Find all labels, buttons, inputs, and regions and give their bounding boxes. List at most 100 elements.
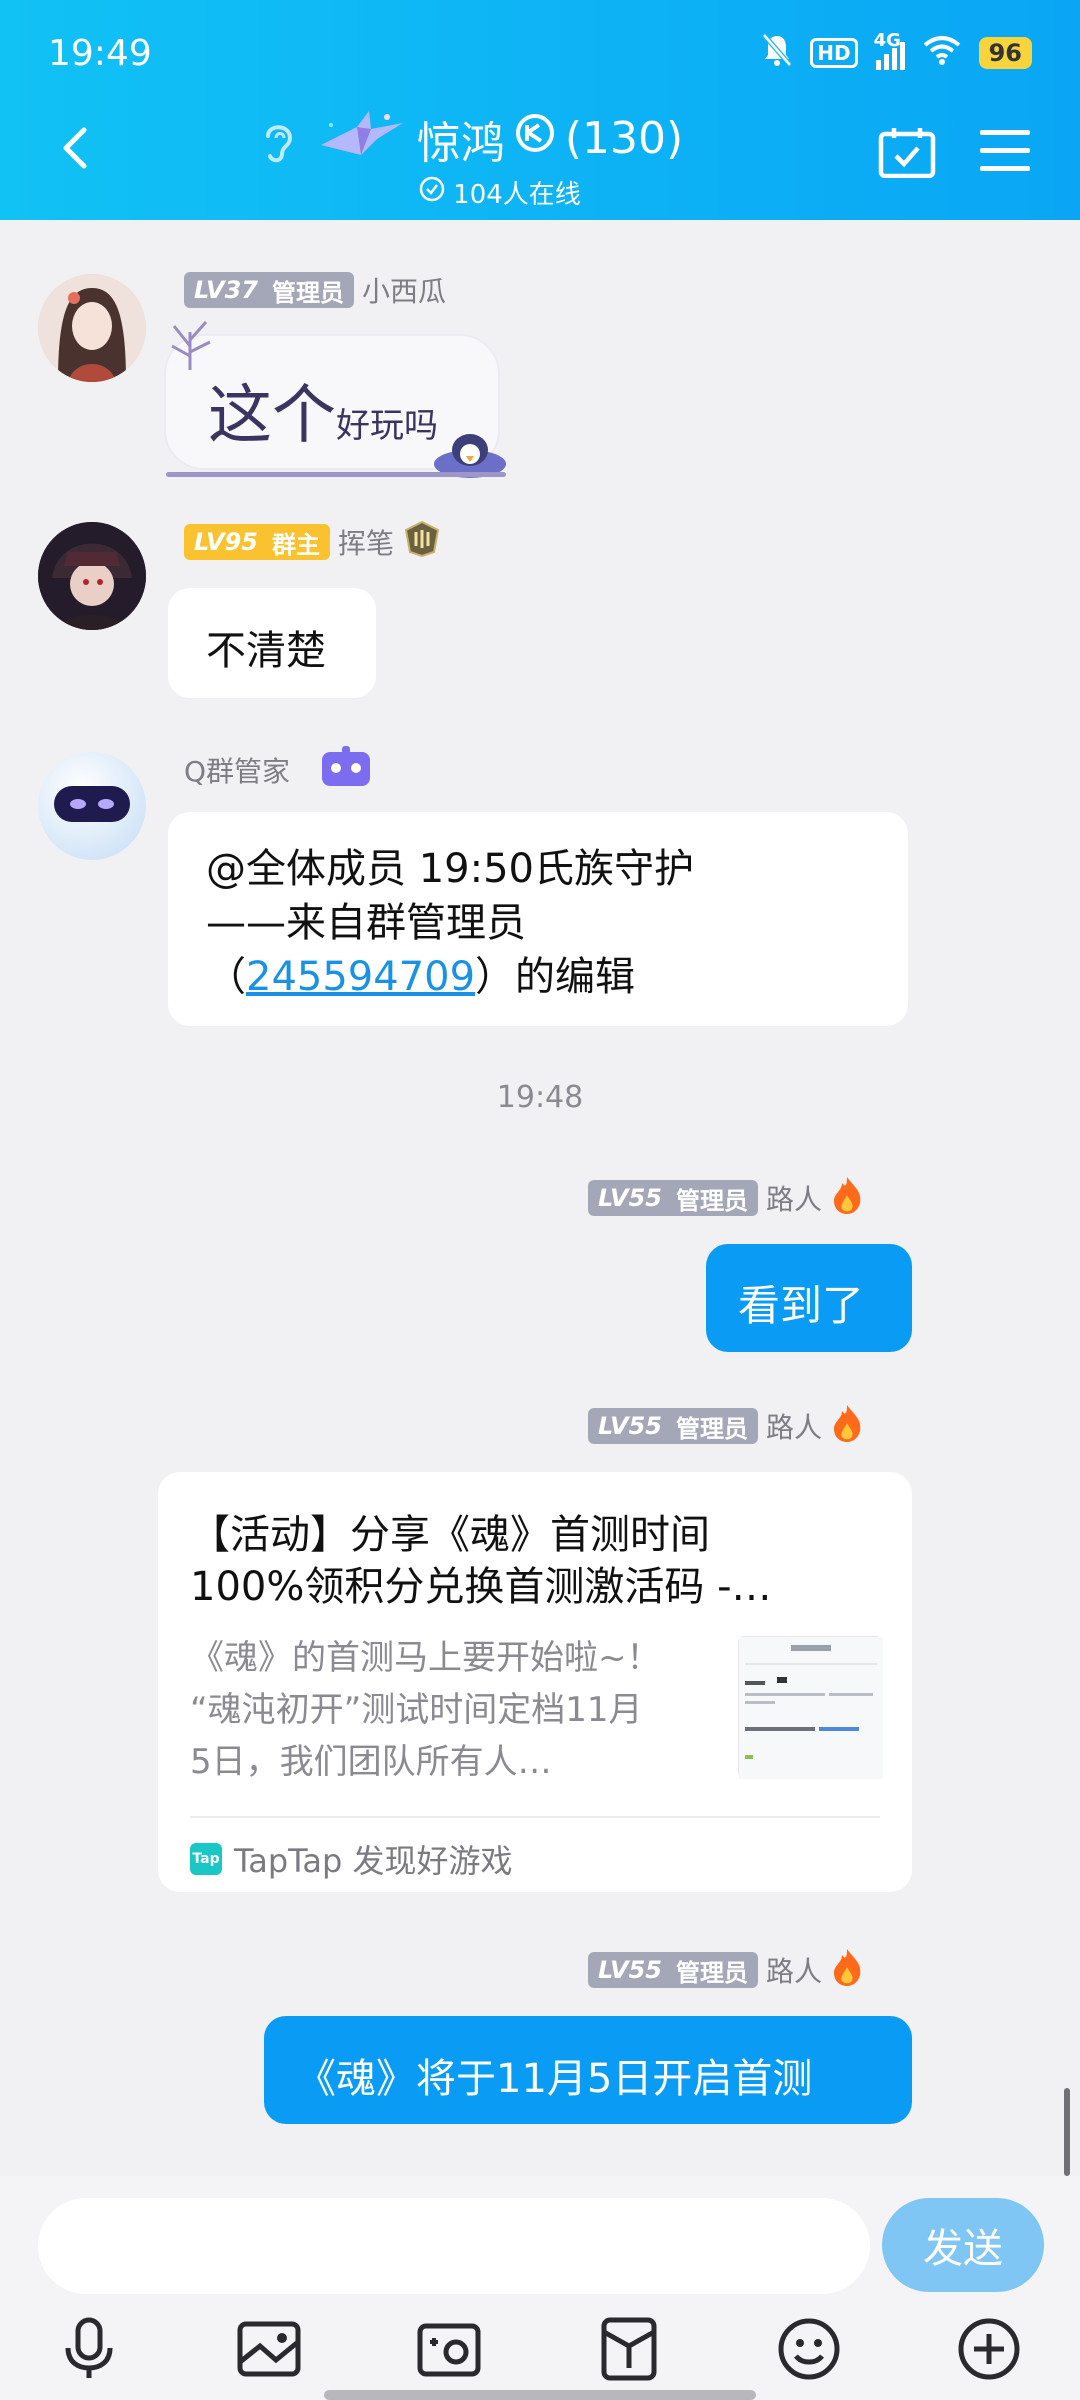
card-desc-line: 《魂》的首测马上要开始啦~！ xyxy=(190,1638,661,1678)
level-value: LV55 xyxy=(598,1956,662,1984)
message-text: 《魂》将于11月5日开启首测 xyxy=(296,2056,813,2102)
card-source-label: TapTap 发现好游戏 xyxy=(234,1842,513,1880)
sender-row: LV95 群主 挥笔 xyxy=(184,520,442,560)
menu-button[interactable] xyxy=(978,128,1032,172)
level-value: LV37 xyxy=(194,276,258,304)
bot-avatar[interactable] xyxy=(38,752,146,860)
network-type: 4G xyxy=(873,30,901,51)
level-badge: LV55 管理员 xyxy=(588,1180,758,1216)
group-name: 惊鸿 xyxy=(416,117,505,169)
anime-character-avatar-icon xyxy=(38,522,146,630)
avatar[interactable] xyxy=(38,522,146,630)
message-bubble[interactable]: 这个 好玩吗 xyxy=(164,321,506,478)
message-line: （245594709）的编辑 xyxy=(206,950,694,1004)
message-line: @全体成员 19:50氏族守护 xyxy=(206,846,694,892)
member-count: (130) xyxy=(564,113,684,164)
taptap-logo-icon: Tap xyxy=(190,1843,222,1875)
emoji-icon xyxy=(778,2318,840,2380)
group-title-row: 惊鸿 (130) xyxy=(250,105,750,172)
hd-badge: HD xyxy=(810,38,858,68)
avatar[interactable] xyxy=(38,274,146,382)
input-bar: 发送 xyxy=(0,2176,1080,2400)
crane-emblem-icon xyxy=(317,105,407,172)
message-text-small: 好玩吗 xyxy=(336,406,438,446)
sender-name: 挥笔 xyxy=(337,527,394,560)
home-indicator[interactable] xyxy=(324,2390,756,2400)
emoji-button[interactable] xyxy=(776,2316,842,2382)
message-bubble[interactable]: 《魂》将于11月5日开启首测 xyxy=(264,2016,912,2124)
sender-row: Q群管家 xyxy=(184,745,374,788)
paren-open: （ xyxy=(206,954,246,1000)
card-divider xyxy=(190,1816,880,1818)
send-button[interactable]: 发送 xyxy=(882,2198,1044,2292)
more-button[interactable] xyxy=(956,2316,1022,2382)
message-input[interactable] xyxy=(38,2198,870,2294)
message-line: ——来自群管理员 xyxy=(206,900,526,946)
group-title[interactable]: 惊鸿 (130) 104人在线 xyxy=(250,105,750,211)
message-text: 不清楚 xyxy=(206,628,326,674)
online-count: 104人在线 xyxy=(453,180,581,210)
role-label: 管理员 xyxy=(675,1414,748,1443)
message-bubble[interactable]: 不清楚 xyxy=(168,588,376,698)
role-label: 管理员 xyxy=(675,1186,748,1215)
level-badge: LV95 群主 xyxy=(184,524,330,560)
image-icon xyxy=(237,2321,301,2377)
sender-row: LV55 管理员 路人 xyxy=(588,1176,864,1216)
group-badge-icon xyxy=(515,113,555,164)
sender-name: 路人 xyxy=(765,1411,822,1444)
card-desc-line: 5日，我们团队所有人… xyxy=(190,1742,552,1782)
message-text: 看到了 xyxy=(738,1281,865,1330)
wifi-icon xyxy=(923,35,961,71)
bot-badge-icon xyxy=(318,745,374,795)
hamburger-menu-icon xyxy=(980,130,1030,171)
photo-button[interactable] xyxy=(236,2316,302,2382)
sender-name: 路人 xyxy=(765,1955,822,1988)
role-label: 群主 xyxy=(271,530,320,559)
flame-icon xyxy=(830,1403,864,1450)
anime-girl-avatar-icon xyxy=(38,274,146,382)
message-bubble[interactable]: @全体成员 19:50氏族守护 ——来自群管理员 （245594709）的编辑 xyxy=(168,812,908,1026)
time-divider: 19:48 xyxy=(496,1080,584,1115)
message-text-large: 这个 xyxy=(208,379,336,453)
level-value: LV55 xyxy=(598,1184,662,1212)
online-status: 104人在线 xyxy=(250,174,750,211)
penguin-sticker-icon xyxy=(434,434,506,478)
voice-button[interactable] xyxy=(56,2316,122,2382)
card-title: 【活动】分享《魂》首测时间 xyxy=(190,1512,710,1558)
message-bubble[interactable]: 看到了 xyxy=(706,1244,912,1352)
calendar-button[interactable] xyxy=(878,126,936,179)
sender-name: 小西瓜 xyxy=(361,275,446,308)
role-label: 管理员 xyxy=(271,278,344,307)
chevron-left-icon xyxy=(63,127,87,169)
red-packet-icon xyxy=(601,2317,657,2381)
mute-bell-icon xyxy=(762,33,793,73)
flame-icon xyxy=(830,1175,864,1222)
scrollbar-thumb[interactable] xyxy=(1064,2088,1070,2176)
card-thumbnail xyxy=(738,1636,883,1779)
calendar-check-icon xyxy=(878,128,936,179)
link-card[interactable]: 【活动】分享《魂》首测时间 100%领积分兑换首测激活码 -… 《魂》的首测马上… xyxy=(158,1472,912,1892)
card-title-line2: 100%领积分兑换首测激活码 -… xyxy=(190,1564,772,1610)
level-value: LV95 xyxy=(194,528,258,556)
red-packet-button[interactable] xyxy=(596,2316,662,2382)
level-badge: LV55 管理员 xyxy=(588,1408,758,1444)
level-value: LV55 xyxy=(598,1412,662,1440)
microphone-icon xyxy=(65,2317,113,2378)
status-bar: 19:49 HD 4G 96 xyxy=(48,28,1032,78)
online-check-icon xyxy=(419,176,445,209)
card-source: Tap TapTap 发现好游戏 xyxy=(190,1836,513,1882)
sender-row: LV55 管理员 路人 xyxy=(588,1404,864,1444)
robot-avatar-icon xyxy=(38,752,146,860)
back-button[interactable] xyxy=(52,124,100,172)
level-badge: LV37 管理员 xyxy=(184,272,354,308)
plus-icon xyxy=(958,2318,1020,2380)
chat-header: 19:49 HD 4G 96 惊鸿 (130) 104人在线 xyxy=(0,0,1080,220)
battery-indicator: 96 xyxy=(978,37,1032,69)
qq-number-link[interactable]: 245594709 xyxy=(246,954,475,1000)
status-icons: HD 4G 96 xyxy=(762,30,1032,73)
role-label: 管理员 xyxy=(675,1958,748,1987)
level-badge: LV55 管理员 xyxy=(588,1952,758,1988)
sender-row: LV37 管理员 小西瓜 xyxy=(184,272,446,308)
sender-name: 路人 xyxy=(765,1183,822,1216)
camera-button[interactable] xyxy=(416,2316,482,2382)
